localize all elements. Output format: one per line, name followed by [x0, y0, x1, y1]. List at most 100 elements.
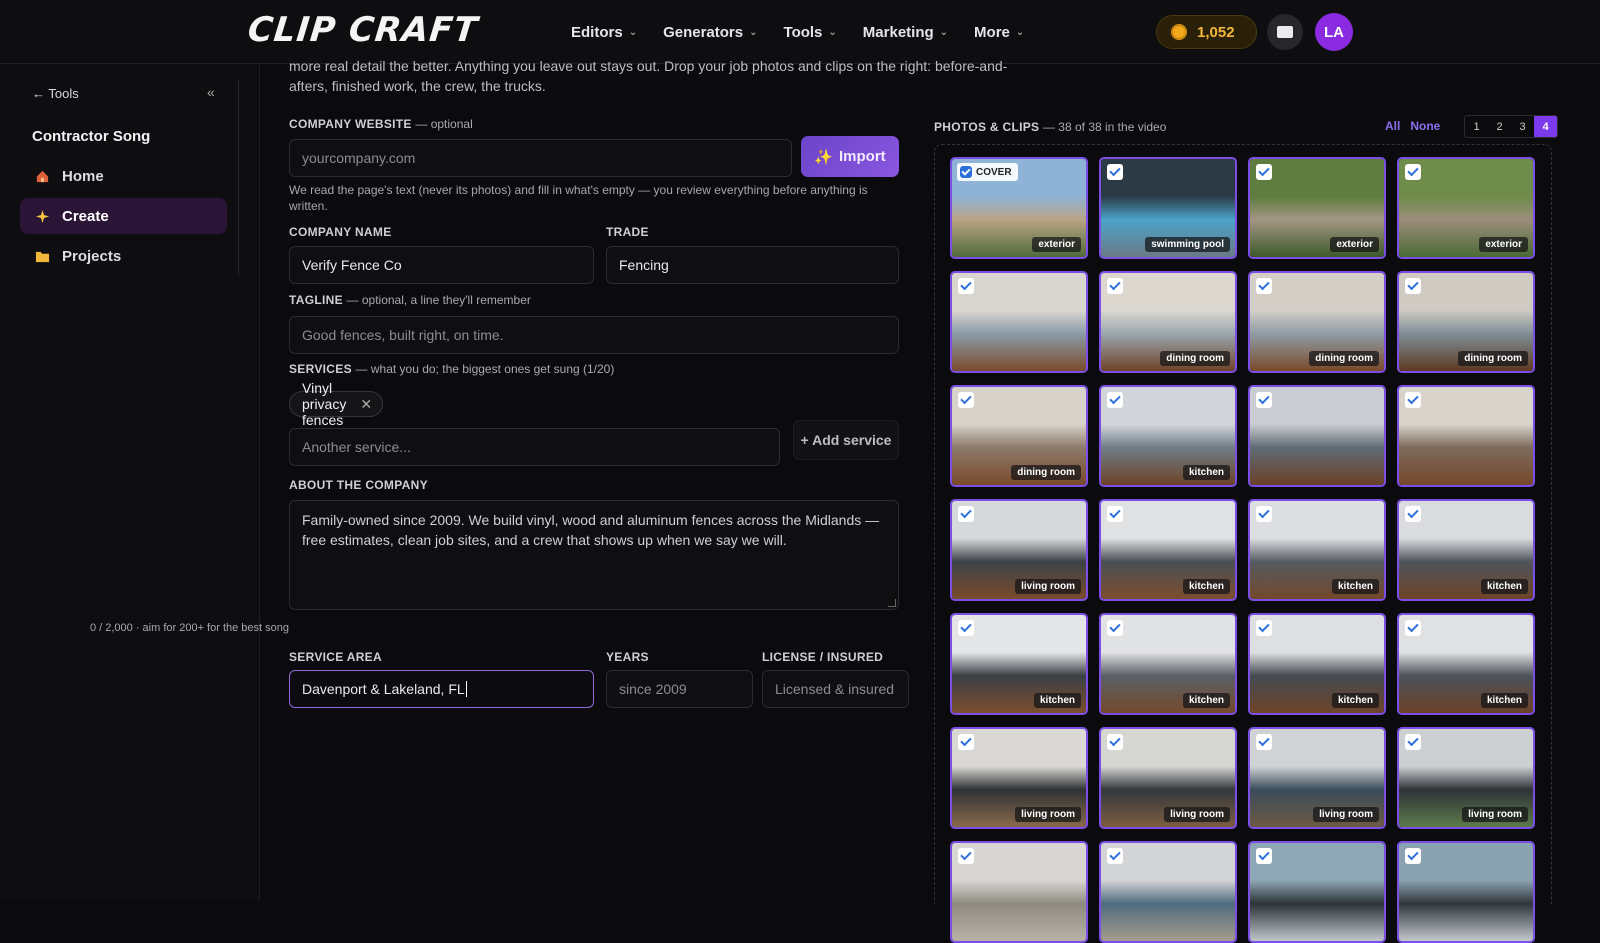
nav-generators[interactable]: Generators ⌄: [663, 24, 757, 41]
photo-thumbnail[interactable]: living room: [950, 499, 1088, 601]
photo-checkbox[interactable]: [958, 848, 974, 864]
photo-thumbnail[interactable]: kitchen: [950, 613, 1088, 715]
company-name-input[interactable]: Verify Fence Co: [289, 246, 594, 284]
photo-checkbox[interactable]: [1405, 164, 1421, 180]
photo-checkbox[interactable]: [1107, 506, 1123, 522]
sidebar-item-create[interactable]: Create: [20, 198, 227, 234]
coin-balance[interactable]: 1,052: [1156, 15, 1257, 49]
photo-thumbnail[interactable]: [950, 271, 1088, 373]
photo-checkbox[interactable]: [1107, 164, 1123, 180]
years-input[interactable]: since 2009: [606, 670, 753, 708]
cover-badge[interactable]: COVER: [957, 163, 1018, 181]
photo-dropzone[interactable]: COVER exterior swimming pool exterior exteri…: [934, 144, 1552, 943]
photo-checkbox[interactable]: [958, 392, 974, 408]
photo-thumbnail[interactable]: dining room: [950, 385, 1088, 487]
messages-button[interactable]: [1267, 14, 1303, 50]
license-input[interactable]: Licensed & insured: [762, 670, 909, 708]
photo-thumbnail[interactable]: [1099, 841, 1237, 943]
photo-thumbnail[interactable]: [1248, 841, 1386, 943]
select-none-link[interactable]: None: [1410, 119, 1440, 133]
photo-thumbnail[interactable]: living room: [1397, 727, 1535, 829]
photo-tag: kitchen: [1182, 465, 1230, 480]
add-service-button[interactable]: + Add service: [793, 420, 899, 460]
photo-thumbnail[interactable]: kitchen: [1248, 499, 1386, 601]
photo-thumbnail[interactable]: exterior: [1248, 157, 1386, 259]
sidebar-item-projects[interactable]: Projects: [20, 238, 227, 274]
photo-thumbnail[interactable]: kitchen: [1397, 613, 1535, 715]
chevron-down-icon: ⌄: [749, 26, 758, 38]
photo-thumbnail[interactable]: dining room: [1397, 271, 1535, 373]
photo-tag: living room: [1164, 807, 1230, 822]
service-input[interactable]: Another service...: [289, 428, 780, 466]
photos-panel: PHOTOS & CLIPS — 38 of 38 in the video A…: [934, 64, 1558, 943]
photo-thumbnail[interactable]: [1397, 841, 1535, 943]
photo-thumbnail[interactable]: [1397, 385, 1535, 487]
sparkle-icon: [34, 208, 50, 224]
photo-checkbox[interactable]: [958, 734, 974, 750]
photo-checkbox[interactable]: [1256, 392, 1272, 408]
photo-checkbox[interactable]: [1107, 734, 1123, 750]
page-button[interactable]: 1: [1465, 116, 1488, 137]
photo-checkbox[interactable]: [1405, 734, 1421, 750]
photo-checkbox[interactable]: [958, 620, 974, 636]
import-button[interactable]: ✨ Import: [801, 136, 899, 177]
photo-checkbox[interactable]: [1256, 620, 1272, 636]
photo-thumbnail[interactable]: kitchen: [1248, 613, 1386, 715]
photo-thumbnail[interactable]: living room: [1248, 727, 1386, 829]
photo-thumbnail[interactable]: swimming pool: [1099, 157, 1237, 259]
select-all-link[interactable]: All: [1385, 119, 1400, 133]
photo-tag: dining room: [1011, 465, 1081, 480]
photo-thumbnail[interactable]: kitchen: [1099, 499, 1237, 601]
service-area-input[interactable]: Davenport & Lakeland, FL: [289, 670, 594, 708]
photo-checkbox[interactable]: [1405, 278, 1421, 294]
photo-checkbox[interactable]: [1107, 392, 1123, 408]
tagline-input[interactable]: Good fences, built right, on time.: [289, 316, 899, 354]
photo-thumbnail[interactable]: living room: [950, 727, 1088, 829]
photo-checkbox[interactable]: [1405, 392, 1421, 408]
photo-checkbox[interactable]: [1256, 278, 1272, 294]
nav-tools[interactable]: Tools ⌄: [784, 24, 837, 41]
photo-checkbox[interactable]: [1405, 848, 1421, 864]
resize-handle[interactable]: [888, 599, 896, 607]
nav-label: Editors: [571, 23, 623, 41]
photo-checkbox[interactable]: [958, 278, 974, 294]
nav-editors[interactable]: Editors ⌄: [571, 24, 637, 41]
collapse-sidebar-button[interactable]: «: [207, 84, 215, 100]
photo-thumbnail[interactable]: COVER exterior: [950, 157, 1088, 259]
sidebar-title: Contractor Song: [32, 128, 151, 145]
photo-checkbox[interactable]: [958, 506, 974, 522]
trade-input[interactable]: Fencing: [606, 246, 899, 284]
photo-checkbox[interactable]: [1107, 620, 1123, 636]
close-icon[interactable]: ✕: [360, 396, 372, 413]
photo-thumbnail[interactable]: [950, 841, 1088, 943]
photo-checkbox[interactable]: [1256, 506, 1272, 522]
about-textarea[interactable]: Family-owned since 2009. We build vinyl,…: [289, 500, 899, 610]
page-button[interactable]: 3: [1511, 116, 1534, 137]
photo-checkbox[interactable]: [1256, 848, 1272, 864]
about-label: ABOUT THE COMPANY: [289, 478, 428, 492]
photo-checkbox[interactable]: [1256, 734, 1272, 750]
photo-thumbnail[interactable]: kitchen: [1099, 385, 1237, 487]
photo-thumbnail[interactable]: [1248, 385, 1386, 487]
sidebar-item-home[interactable]: Home: [20, 158, 227, 194]
photo-thumbnail[interactable]: dining room: [1099, 271, 1237, 373]
website-input[interactable]: yourcompany.com: [289, 139, 792, 177]
photo-thumbnail[interactable]: living room: [1099, 727, 1237, 829]
back-to-tools-link[interactable]: ← Tools: [32, 86, 79, 101]
photo-checkbox[interactable]: [1107, 278, 1123, 294]
photo-thumbnail[interactable]: dining room: [1248, 271, 1386, 373]
logo[interactable]: CLIP CRAFT: [246, 10, 480, 50]
page-button-active[interactable]: 4: [1534, 116, 1557, 137]
photo-thumbnail[interactable]: kitchen: [1397, 499, 1535, 601]
photo-thumbnail[interactable]: exterior: [1397, 157, 1535, 259]
photo-checkbox[interactable]: [1405, 506, 1421, 522]
chevron-down-icon: ⌄: [1015, 26, 1025, 38]
page-button[interactable]: 2: [1488, 116, 1511, 137]
photo-checkbox[interactable]: [1107, 848, 1123, 864]
photo-checkbox[interactable]: [1405, 620, 1421, 636]
nav-marketing[interactable]: Marketing ⌄: [863, 24, 948, 41]
photo-thumbnail[interactable]: kitchen: [1099, 613, 1237, 715]
nav-more[interactable]: More ⌄: [974, 24, 1024, 41]
avatar[interactable]: LA: [1315, 13, 1353, 51]
photo-checkbox[interactable]: [1256, 164, 1272, 180]
